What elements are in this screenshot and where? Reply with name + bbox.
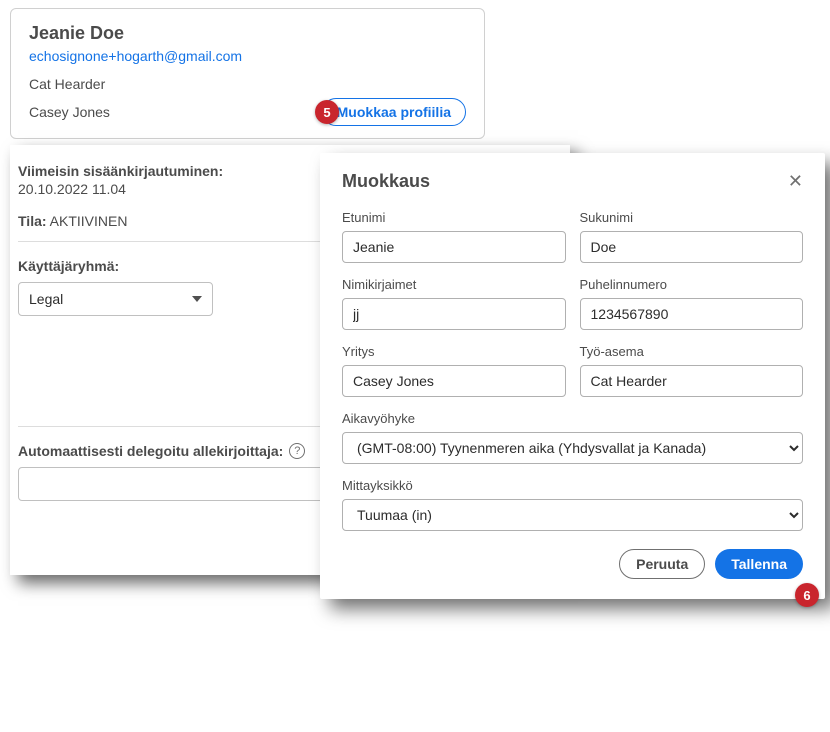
jobtitle-input[interactable] (580, 365, 804, 397)
save-button[interactable]: Tallenna (715, 549, 803, 579)
status-value: AKTIIVINEN (50, 213, 128, 229)
firstname-input[interactable] (342, 231, 566, 263)
profile-company: Casey Jones (29, 104, 110, 120)
group-select[interactable]: Legal (18, 282, 213, 316)
group-select-value: Legal (29, 291, 63, 307)
step-badge-6: 6 (795, 583, 819, 607)
phone-label: Puhelinnumero (580, 277, 804, 292)
initials-label: Nimikirjaimet (342, 277, 566, 292)
profile-name: Jeanie Doe (29, 23, 466, 44)
profile-card: Jeanie Doe echosignone+hogarth@gmail.com… (10, 8, 485, 139)
unit-label: Mittayksikkö (342, 478, 803, 493)
timezone-label: Aikavyöhyke (342, 411, 803, 426)
phone-input[interactable] (580, 298, 804, 330)
lastname-input[interactable] (580, 231, 804, 263)
help-icon[interactable]: ? (289, 443, 305, 459)
edit-modal: Muokkaus ✕ Etunimi Sukunimi Nimikirjaime… (320, 153, 825, 599)
edit-profile-button[interactable]: Muokkaa profiilia (322, 98, 466, 126)
status-label: Tila: (18, 213, 47, 229)
initials-input[interactable] (342, 298, 566, 330)
company-label: Yritys (342, 344, 566, 359)
close-icon[interactable]: ✕ (788, 171, 803, 192)
chevron-down-icon (192, 296, 202, 302)
lastname-label: Sukunimi (580, 210, 804, 225)
modal-title: Muokkaus (342, 171, 430, 192)
timezone-select[interactable]: (GMT-08:00) Tyynenmeren aika (Yhdysvalla… (342, 432, 803, 464)
firstname-label: Etunimi (342, 210, 566, 225)
unit-select[interactable]: Tuumaa (in) (342, 499, 803, 531)
jobtitle-label: Työ-asema (580, 344, 804, 359)
step-badge-5: 5 (315, 100, 339, 124)
profile-email[interactable]: echosignone+hogarth@gmail.com (29, 48, 466, 64)
cancel-button[interactable]: Peruuta (619, 549, 705, 579)
delegate-label: Automaattisesti delegoitu allekirjoittaj… (18, 443, 283, 459)
company-input[interactable] (342, 365, 566, 397)
profile-role: Cat Hearder (29, 76, 466, 92)
